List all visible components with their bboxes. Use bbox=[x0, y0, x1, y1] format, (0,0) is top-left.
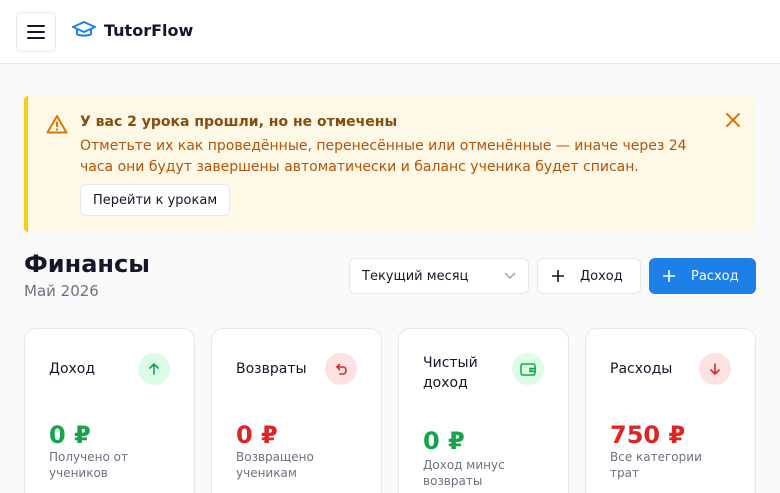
card-value: 0 ₽ bbox=[423, 427, 465, 455]
alert-title: У вас 2 урока прошли, но не отмечены bbox=[80, 114, 398, 130]
chevron-down-icon bbox=[504, 272, 516, 280]
net-income-card[interactable]: Чистый доход 0 ₽ Доход минус возвраты bbox=[398, 328, 569, 493]
card-description: Доход минус возвраты bbox=[423, 458, 505, 488]
app-name: TutorFlow bbox=[104, 20, 194, 40]
arrow-down-icon bbox=[710, 363, 720, 375]
top-bar: TutorFlow bbox=[0, 0, 780, 64]
period-select-value: Текущий месяц bbox=[362, 268, 469, 284]
card-label: Чистый доход bbox=[423, 355, 478, 391]
expenses-card[interactable]: Расходы 750 ₽ Все категории трат bbox=[585, 328, 756, 493]
card-label: Доход bbox=[49, 361, 96, 377]
card-value: 750 ₽ bbox=[610, 421, 686, 449]
alert-text: Отметьте их как проведённые, перенесённы… bbox=[80, 138, 687, 175]
card-description: Возвращено ученикам bbox=[236, 450, 314, 480]
wallet-icon bbox=[520, 363, 536, 376]
card-label: Расходы bbox=[610, 361, 673, 377]
add-income-button[interactable]: Доход bbox=[537, 258, 641, 294]
page-title: Финансы bbox=[24, 250, 150, 278]
go-to-lessons-button[interactable]: Перейти к урокам bbox=[80, 184, 231, 216]
graduation-cap-icon bbox=[72, 21, 96, 37]
card-icon-badge bbox=[325, 353, 357, 385]
add-expense-label: Расход bbox=[691, 268, 739, 284]
card-description: Получено от учеников bbox=[49, 450, 128, 480]
plus-icon bbox=[552, 270, 564, 282]
card-icon-badge bbox=[699, 353, 731, 385]
page-subtitle: Май 2026 bbox=[24, 282, 99, 300]
plus-icon bbox=[663, 270, 675, 282]
add-income-label: Доход bbox=[580, 268, 623, 284]
income-card[interactable]: Доход 0 ₽ Получено от учеников bbox=[24, 328, 195, 493]
unmarked-lessons-alert: У вас 2 урока прошли, но не отмечены Отм… bbox=[24, 96, 756, 232]
card-icon-badge bbox=[512, 353, 544, 385]
card-label: Возвраты bbox=[236, 361, 307, 377]
card-icon-badge bbox=[138, 353, 170, 385]
undo-icon bbox=[336, 363, 347, 375]
app-logo[interactable]: TutorFlow bbox=[72, 20, 193, 40]
add-expense-button[interactable]: Расход bbox=[649, 258, 756, 294]
menu-button[interactable] bbox=[16, 12, 56, 52]
card-value: 0 ₽ bbox=[236, 421, 278, 449]
period-select[interactable]: Текущий месяц bbox=[349, 258, 529, 294]
warning-icon bbox=[46, 115, 68, 134]
hamburger-icon bbox=[27, 25, 45, 39]
arrow-up-icon bbox=[149, 363, 159, 375]
card-value: 0 ₽ bbox=[49, 421, 91, 449]
card-description: Все категории трат bbox=[610, 450, 702, 480]
refunds-card[interactable]: Возвраты 0 ₽ Возвращено ученикам bbox=[211, 328, 382, 493]
close-icon bbox=[726, 113, 740, 127]
alert-close-button[interactable] bbox=[726, 112, 740, 131]
